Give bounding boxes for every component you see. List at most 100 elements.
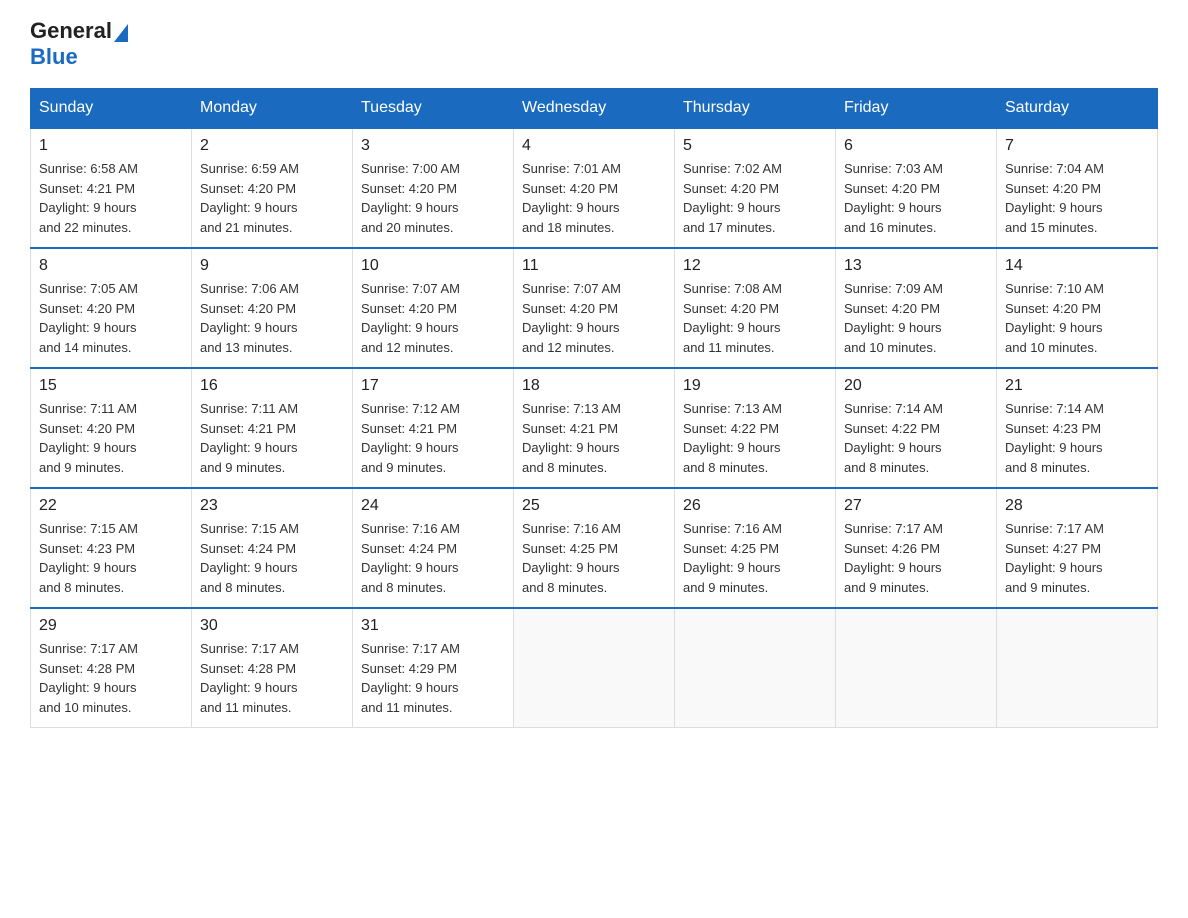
- calendar-day-cell: 26 Sunrise: 7:16 AMSunset: 4:25 PMDayligh…: [675, 488, 836, 608]
- calendar-day-cell: 19Sunrise: 7:13 AMSunset: 4:22 PMDayligh…: [675, 368, 836, 488]
- day-number: 26: [683, 497, 827, 515]
- day-number: 23: [200, 497, 344, 515]
- day-info: Sunrise: 7:11 AMSunset: 4:21 PMDaylight:…: [200, 399, 344, 477]
- calendar-day-cell: [514, 608, 675, 728]
- day-info: Sunrise: 7:08 AMSunset: 4:20 PMDaylight:…: [683, 279, 827, 357]
- calendar-week-row: 8 Sunrise: 7:05 AMSunset: 4:20 PMDaylight…: [31, 248, 1158, 368]
- calendar-day-cell: 23 Sunrise: 7:15 AMSunset: 4:24 PMDayligh…: [192, 488, 353, 608]
- calendar-header-row: SundayMondayTuesdayWednesdayThursdayFrid…: [31, 89, 1158, 129]
- calendar-day-cell: 9 Sunrise: 7:06 AMSunset: 4:20 PMDaylight…: [192, 248, 353, 368]
- day-number: 12: [683, 257, 827, 275]
- day-number: 29: [39, 617, 183, 635]
- weekday-header-thursday: Thursday: [675, 89, 836, 129]
- calendar-day-cell: 11Sunrise: 7:07 AMSunset: 4:20 PMDayligh…: [514, 248, 675, 368]
- day-info: Sunrise: 7:16 AMSunset: 4:24 PMDaylight:…: [361, 519, 505, 597]
- calendar-day-cell: 20 Sunrise: 7:14 AMSunset: 4:22 PMDayligh…: [836, 368, 997, 488]
- calendar-day-cell: 14Sunrise: 7:10 AMSunset: 4:20 PMDayligh…: [997, 248, 1158, 368]
- calendar-week-row: 1 Sunrise: 6:58 AMSunset: 4:21 PMDaylight…: [31, 128, 1158, 248]
- day-number: 5: [683, 137, 827, 155]
- calendar-day-cell: 30 Sunrise: 7:17 AMSunset: 4:28 PMDayligh…: [192, 608, 353, 728]
- calendar-day-cell: 27 Sunrise: 7:17 AMSunset: 4:26 PMDayligh…: [836, 488, 997, 608]
- day-info: Sunrise: 7:17 AMSunset: 4:26 PMDaylight:…: [844, 519, 988, 597]
- weekday-header-wednesday: Wednesday: [514, 89, 675, 129]
- calendar-day-cell: 7 Sunrise: 7:04 AMSunset: 4:20 PMDaylight…: [997, 128, 1158, 248]
- day-number: 14: [1005, 257, 1149, 275]
- calendar-day-cell: 5Sunrise: 7:02 AMSunset: 4:20 PMDaylight…: [675, 128, 836, 248]
- day-info: Sunrise: 7:17 AMSunset: 4:27 PMDaylight:…: [1005, 519, 1149, 597]
- day-info: Sunrise: 7:15 AMSunset: 4:24 PMDaylight:…: [200, 519, 344, 597]
- day-number: 31: [361, 617, 505, 635]
- calendar-day-cell: 6 Sunrise: 7:03 AMSunset: 4:20 PMDaylight…: [836, 128, 997, 248]
- calendar-day-cell: 15 Sunrise: 7:11 AMSunset: 4:20 PMDayligh…: [31, 368, 192, 488]
- day-number: 30: [200, 617, 344, 635]
- day-number: 8: [39, 257, 183, 275]
- day-number: 1: [39, 137, 183, 155]
- calendar-week-row: 15 Sunrise: 7:11 AMSunset: 4:20 PMDayligh…: [31, 368, 1158, 488]
- calendar-day-cell: 16Sunrise: 7:11 AMSunset: 4:21 PMDayligh…: [192, 368, 353, 488]
- day-info: Sunrise: 7:00 AMSunset: 4:20 PMDaylight:…: [361, 159, 505, 237]
- calendar-day-cell: 2 Sunrise: 6:59 AMSunset: 4:20 PMDaylight…: [192, 128, 353, 248]
- day-number: 7: [1005, 137, 1149, 155]
- calendar-week-row: 29 Sunrise: 7:17 AMSunset: 4:28 PMDayligh…: [31, 608, 1158, 728]
- weekday-header-friday: Friday: [836, 89, 997, 129]
- day-number: 25: [522, 497, 666, 515]
- calendar-day-cell: 25Sunrise: 7:16 AMSunset: 4:25 PMDayligh…: [514, 488, 675, 608]
- calendar-day-cell: 4 Sunrise: 7:01 AMSunset: 4:20 PMDaylight…: [514, 128, 675, 248]
- day-info: Sunrise: 7:01 AMSunset: 4:20 PMDaylight:…: [522, 159, 666, 237]
- calendar-day-cell: 31 Sunrise: 7:17 AMSunset: 4:29 PMDayligh…: [353, 608, 514, 728]
- logo-arrow-icon: [114, 24, 128, 42]
- day-info: Sunrise: 7:13 AMSunset: 4:22 PMDaylight:…: [683, 399, 827, 477]
- calendar-day-cell: 8 Sunrise: 7:05 AMSunset: 4:20 PMDaylight…: [31, 248, 192, 368]
- day-number: 2: [200, 137, 344, 155]
- day-number: 20: [844, 377, 988, 395]
- calendar-day-cell: [836, 608, 997, 728]
- day-info: Sunrise: 7:03 AMSunset: 4:20 PMDaylight:…: [844, 159, 988, 237]
- day-number: 3: [361, 137, 505, 155]
- day-info: Sunrise: 7:14 AMSunset: 4:23 PMDaylight:…: [1005, 399, 1149, 477]
- calendar-day-cell: 12 Sunrise: 7:08 AMSunset: 4:20 PMDayligh…: [675, 248, 836, 368]
- calendar-day-cell: 29Sunrise: 7:17 AMSunset: 4:28 PMDayligh…: [31, 608, 192, 728]
- day-number: 10: [361, 257, 505, 275]
- day-info: Sunrise: 6:59 AMSunset: 4:20 PMDaylight:…: [200, 159, 344, 237]
- calendar-day-cell: 17Sunrise: 7:12 AMSunset: 4:21 PMDayligh…: [353, 368, 514, 488]
- day-number: 9: [200, 257, 344, 275]
- day-number: 24: [361, 497, 505, 515]
- calendar-week-row: 22 Sunrise: 7:15 AMSunset: 4:23 PMDayligh…: [31, 488, 1158, 608]
- logo-general-text: General: [30, 20, 128, 42]
- day-info: Sunrise: 7:04 AMSunset: 4:20 PMDaylight:…: [1005, 159, 1149, 237]
- calendar-day-cell: 3 Sunrise: 7:00 AMSunset: 4:20 PMDaylight…: [353, 128, 514, 248]
- day-info: Sunrise: 6:58 AMSunset: 4:21 PMDaylight:…: [39, 159, 183, 237]
- calendar-day-cell: 24 Sunrise: 7:16 AMSunset: 4:24 PMDayligh…: [353, 488, 514, 608]
- calendar-day-cell: 22 Sunrise: 7:15 AMSunset: 4:23 PMDayligh…: [31, 488, 192, 608]
- day-number: 22: [39, 497, 183, 515]
- calendar-day-cell: [997, 608, 1158, 728]
- day-info: Sunrise: 7:17 AMSunset: 4:29 PMDaylight:…: [361, 639, 505, 717]
- calendar-day-cell: 1 Sunrise: 6:58 AMSunset: 4:21 PMDaylight…: [31, 128, 192, 248]
- day-number: 6: [844, 137, 988, 155]
- day-number: 27: [844, 497, 988, 515]
- weekday-header-tuesday: Tuesday: [353, 89, 514, 129]
- day-number: 15: [39, 377, 183, 395]
- day-info: Sunrise: 7:06 AMSunset: 4:20 PMDaylight:…: [200, 279, 344, 357]
- calendar-day-cell: 13 Sunrise: 7:09 AMSunset: 4:20 PMDayligh…: [836, 248, 997, 368]
- day-info: Sunrise: 7:14 AMSunset: 4:22 PMDaylight:…: [844, 399, 988, 477]
- weekday-header-sunday: Sunday: [31, 89, 192, 129]
- weekday-header-saturday: Saturday: [997, 89, 1158, 129]
- day-info: Sunrise: 7:05 AMSunset: 4:20 PMDaylight:…: [39, 279, 183, 357]
- day-info: Sunrise: 7:07 AMSunset: 4:20 PMDaylight:…: [522, 279, 666, 357]
- page-header: General Blue: [30, 20, 1158, 70]
- logo-blue-word: Blue: [30, 44, 78, 70]
- day-number: 28: [1005, 497, 1149, 515]
- day-info: Sunrise: 7:11 AMSunset: 4:20 PMDaylight:…: [39, 399, 183, 477]
- day-number: 13: [844, 257, 988, 275]
- day-info: Sunrise: 7:09 AMSunset: 4:20 PMDaylight:…: [844, 279, 988, 357]
- calendar-day-cell: 21Sunrise: 7:14 AMSunset: 4:23 PMDayligh…: [997, 368, 1158, 488]
- day-info: Sunrise: 7:16 AMSunset: 4:25 PMDaylight:…: [683, 519, 827, 597]
- calendar-table: SundayMondayTuesdayWednesdayThursdayFrid…: [30, 88, 1158, 728]
- logo-general-word: General: [30, 20, 112, 42]
- day-info: Sunrise: 7:17 AMSunset: 4:28 PMDaylight:…: [200, 639, 344, 717]
- day-number: 4: [522, 137, 666, 155]
- day-number: 17: [361, 377, 505, 395]
- calendar-day-cell: 28 Sunrise: 7:17 AMSunset: 4:27 PMDayligh…: [997, 488, 1158, 608]
- day-info: Sunrise: 7:15 AMSunset: 4:23 PMDaylight:…: [39, 519, 183, 597]
